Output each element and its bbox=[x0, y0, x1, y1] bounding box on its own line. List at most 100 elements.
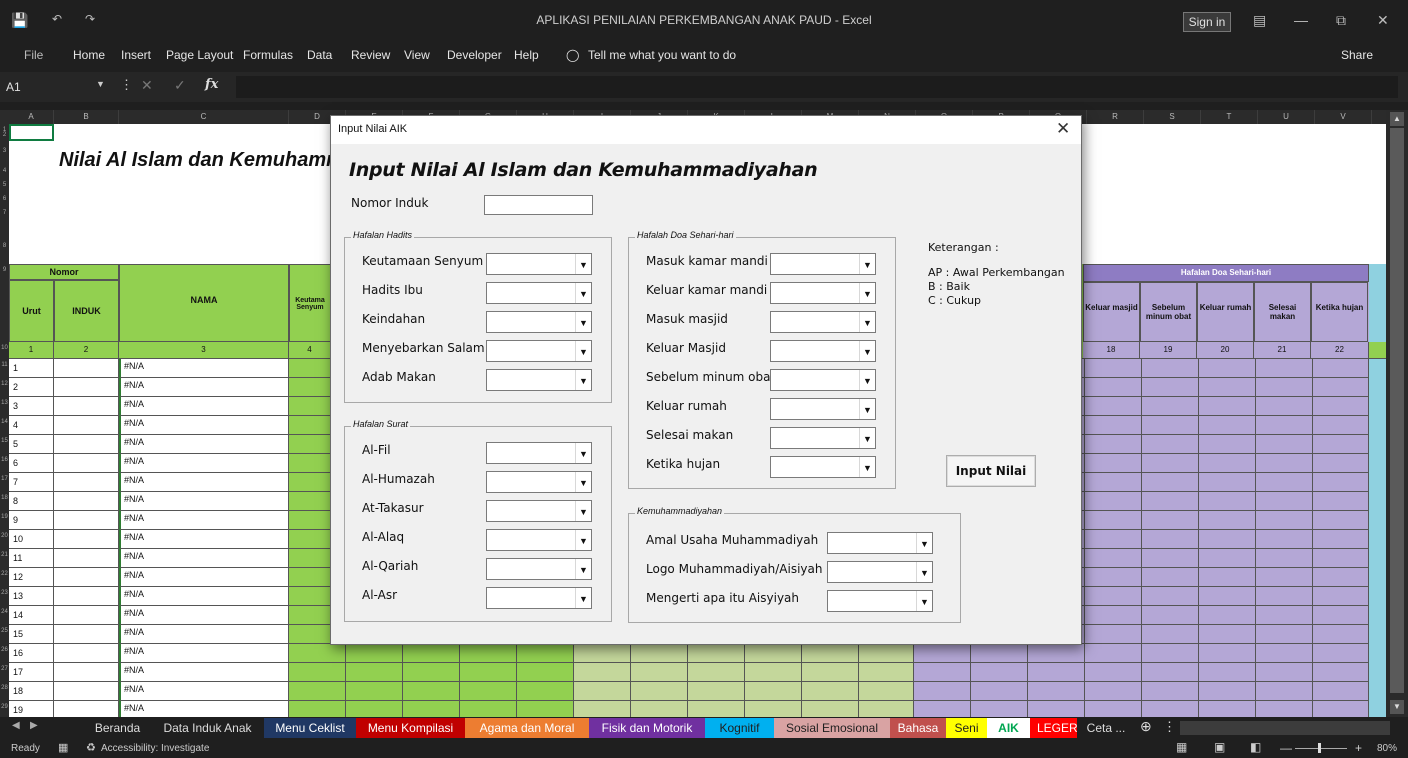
doa-select[interactable]: ▼ bbox=[770, 398, 876, 420]
kemuh-select[interactable]: ▼ bbox=[827, 561, 933, 583]
score-cell[interactable] bbox=[631, 682, 688, 701]
score-cell[interactable] bbox=[1256, 492, 1313, 511]
score-cell[interactable] bbox=[1142, 397, 1199, 416]
score-cell[interactable] bbox=[517, 663, 574, 682]
urut-cell[interactable]: 19 bbox=[9, 701, 54, 717]
tab-developer[interactable]: Developer bbox=[447, 48, 502, 62]
zoom-slider-thumb[interactable] bbox=[1318, 743, 1321, 753]
chevron-down-icon[interactable]: ▼ bbox=[575, 530, 591, 550]
close-icon[interactable]: ✕ bbox=[1056, 119, 1070, 139]
minimize-icon[interactable]: — bbox=[1294, 12, 1308, 28]
score-cell[interactable] bbox=[1142, 682, 1199, 701]
score-cell[interactable] bbox=[1142, 663, 1199, 682]
induk-cell[interactable] bbox=[54, 587, 119, 606]
score-cell[interactable] bbox=[1085, 568, 1142, 587]
score-cell[interactable] bbox=[1199, 511, 1256, 530]
row-header[interactable]: 3 bbox=[0, 148, 9, 154]
score-cell[interactable] bbox=[403, 663, 460, 682]
nama-cell[interactable]: #N/A bbox=[119, 378, 289, 397]
score-cell[interactable] bbox=[1085, 473, 1142, 492]
row-header[interactable]: 14 bbox=[0, 419, 9, 425]
score-cell[interactable] bbox=[1199, 663, 1256, 682]
score-cell[interactable] bbox=[1199, 644, 1256, 663]
induk-cell[interactable] bbox=[54, 378, 119, 397]
doa-select[interactable]: ▼ bbox=[770, 282, 876, 304]
score-cell[interactable] bbox=[1256, 378, 1313, 397]
score-cell[interactable] bbox=[1028, 682, 1085, 701]
induk-cell[interactable] bbox=[54, 530, 119, 549]
score-cell[interactable] bbox=[631, 701, 688, 717]
score-cell[interactable] bbox=[859, 682, 914, 701]
score-cell[interactable] bbox=[1199, 549, 1256, 568]
score-cell[interactable] bbox=[631, 644, 688, 663]
sheet-tab[interactable]: Menu Ceklist bbox=[264, 718, 356, 738]
induk-cell[interactable] bbox=[54, 682, 119, 701]
surat-select[interactable]: ▼ bbox=[486, 500, 592, 522]
score-cell[interactable] bbox=[1199, 530, 1256, 549]
score-cell[interactable] bbox=[802, 644, 859, 663]
page-break-icon[interactable]: ◧ bbox=[1250, 740, 1261, 754]
score-cell[interactable] bbox=[1256, 397, 1313, 416]
score-cell[interactable] bbox=[1313, 473, 1369, 492]
row-header[interactable]: 2 bbox=[0, 132, 9, 138]
chevron-down-icon[interactable]: ▼ bbox=[859, 312, 875, 332]
score-cell[interactable] bbox=[1199, 492, 1256, 511]
chevron-down-icon[interactable]: ▼ bbox=[575, 588, 591, 608]
score-cell[interactable] bbox=[1313, 568, 1369, 587]
row-header[interactable]: 29 bbox=[0, 704, 9, 710]
score-cell[interactable] bbox=[1313, 359, 1369, 378]
chevron-down-icon[interactable]: ▼ bbox=[859, 341, 875, 361]
sheet-tab[interactable]: Sosial Emosional bbox=[774, 718, 890, 738]
urut-cell[interactable]: 5 bbox=[9, 435, 54, 454]
score-cell[interactable] bbox=[688, 701, 745, 717]
ribbon-display-icon[interactable]: ▤ bbox=[1253, 12, 1266, 29]
score-cell[interactable] bbox=[346, 663, 403, 682]
surat-select[interactable]: ▼ bbox=[486, 442, 592, 464]
tab-scroll-right-icon[interactable]: ▶ bbox=[30, 720, 38, 731]
row-header[interactable]: 18 bbox=[0, 495, 9, 501]
close-icon[interactable]: ✕ bbox=[1377, 12, 1389, 29]
score-cell[interactable] bbox=[1199, 625, 1256, 644]
urut-cell[interactable]: 12 bbox=[9, 568, 54, 587]
enter-icon[interactable]: ✓ bbox=[174, 77, 186, 94]
score-cell[interactable] bbox=[517, 644, 574, 663]
row-header[interactable]: 16 bbox=[0, 457, 9, 463]
score-cell[interactable] bbox=[1085, 511, 1142, 530]
score-cell[interactable] bbox=[1142, 625, 1199, 644]
zoom-out-icon[interactable]: — bbox=[1280, 741, 1292, 755]
induk-cell[interactable] bbox=[54, 435, 119, 454]
selected-cell[interactable] bbox=[9, 124, 54, 141]
score-cell[interactable] bbox=[802, 663, 859, 682]
page-layout-icon[interactable]: ▣ bbox=[1214, 740, 1225, 754]
score-cell[interactable] bbox=[460, 682, 517, 701]
urut-cell[interactable]: 16 bbox=[9, 644, 54, 663]
sheet-tab[interactable]: Menu Kompilasi bbox=[356, 718, 465, 738]
score-cell[interactable] bbox=[1199, 454, 1256, 473]
score-cell[interactable] bbox=[517, 682, 574, 701]
chevron-down-icon[interactable]: ▼ bbox=[575, 341, 591, 361]
row-header[interactable]: 12 bbox=[0, 381, 9, 387]
tab-file[interactable]: File bbox=[24, 48, 43, 62]
score-cell[interactable] bbox=[971, 644, 1028, 663]
input-nilai-button[interactable]: Input Nilai bbox=[946, 455, 1036, 487]
score-cell[interactable] bbox=[289, 701, 346, 717]
new-sheet-icon[interactable]: ⊕ bbox=[1140, 718, 1152, 735]
more-sheets-icon[interactable]: ⋮ bbox=[1163, 719, 1176, 735]
score-cell[interactable] bbox=[1028, 701, 1085, 717]
doa-select[interactable]: ▼ bbox=[770, 311, 876, 333]
score-cell[interactable] bbox=[1085, 644, 1142, 663]
induk-cell[interactable] bbox=[54, 454, 119, 473]
sheet-tab[interactable]: Agama dan Moral bbox=[465, 718, 589, 738]
score-cell[interactable] bbox=[1085, 492, 1142, 511]
score-cell[interactable] bbox=[1085, 701, 1142, 717]
score-cell[interactable] bbox=[914, 663, 971, 682]
score-cell[interactable] bbox=[1256, 359, 1313, 378]
column-header[interactable]: A bbox=[9, 110, 54, 124]
score-cell[interactable] bbox=[1313, 435, 1369, 454]
score-cell[interactable] bbox=[403, 682, 460, 701]
score-cell[interactable] bbox=[1142, 359, 1199, 378]
score-cell[interactable] bbox=[802, 701, 859, 717]
sheet-tab[interactable]: AIK bbox=[987, 718, 1030, 738]
function-icon[interactable]: fx bbox=[205, 77, 218, 92]
kemuh-select[interactable]: ▼ bbox=[827, 590, 933, 612]
